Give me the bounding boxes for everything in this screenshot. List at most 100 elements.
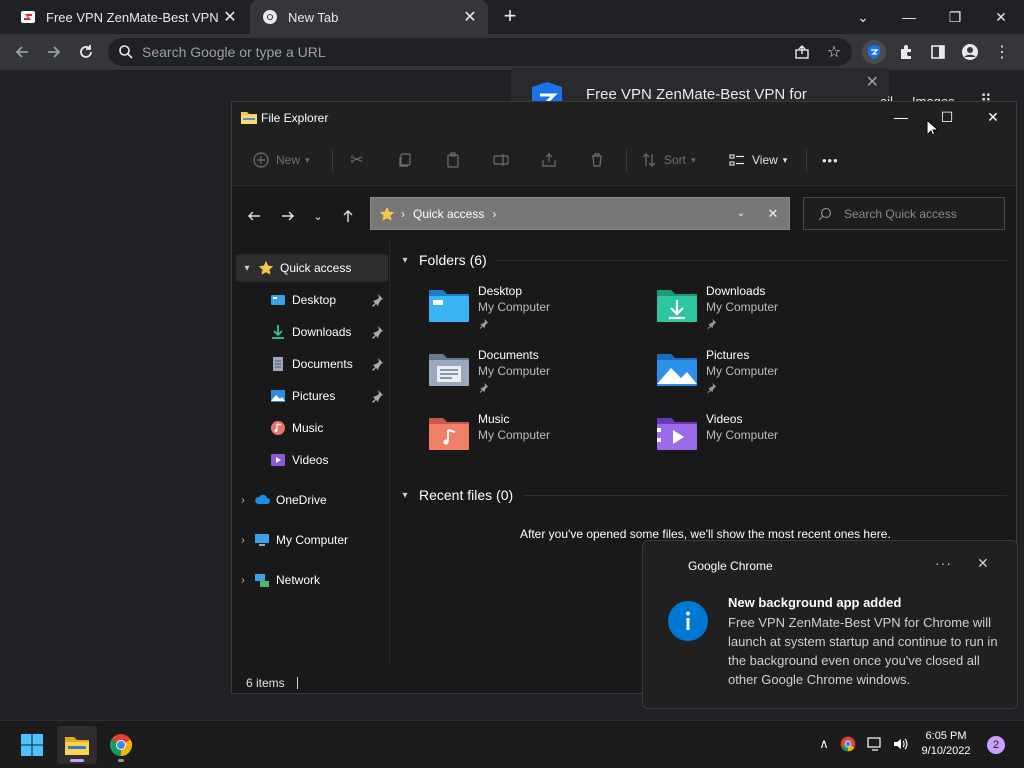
nav-item-onedrive[interactable]: › OneDrive xyxy=(232,486,388,514)
chrome-tray-icon[interactable] xyxy=(839,735,857,753)
nav-item-pictures[interactable]: Pictures xyxy=(232,382,388,410)
tab-new-tab[interactable]: New Tab ✕ xyxy=(250,0,488,34)
forward-arrow-icon[interactable] xyxy=(276,204,300,228)
nav-item-downloads[interactable]: Downloads xyxy=(232,318,388,346)
network-status-icon[interactable] xyxy=(866,735,884,753)
tab-close-icon[interactable]: ✕ xyxy=(458,7,482,27)
close-icon[interactable]: ✕ xyxy=(977,555,989,572)
back-arrow-icon[interactable] xyxy=(242,204,266,228)
breadcrumb-quick-access[interactable]: Quick access xyxy=(413,207,484,221)
folder-name: Pictures xyxy=(706,348,750,362)
forward-arrow-icon[interactable] xyxy=(42,40,66,64)
omnibox[interactable]: Search Google or type a URL xyxy=(108,38,852,66)
restore-button[interactable]: ❐ xyxy=(932,0,978,34)
side-panel-icon[interactable] xyxy=(926,40,950,64)
pin-icon[interactable] xyxy=(370,389,384,403)
recent-header-label: Recent files (0) xyxy=(419,487,514,503)
pin-icon xyxy=(706,380,717,393)
info-icon xyxy=(668,601,708,641)
close-button[interactable]: ✕ xyxy=(970,102,1016,132)
taskbar-file-explorer[interactable] xyxy=(57,726,97,764)
pin-icon[interactable] xyxy=(370,293,384,307)
chevron-right-icon[interactable]: › xyxy=(232,495,254,506)
nav-label: OneDrive xyxy=(276,493,327,507)
show-hidden-icons-chevron-icon[interactable]: ∧ xyxy=(815,735,833,753)
bookmark-star-icon[interactable]: ☆ xyxy=(822,40,846,64)
reload-icon[interactable] xyxy=(74,40,98,64)
share-icon[interactable] xyxy=(790,40,814,64)
delete-button[interactable] xyxy=(588,148,612,172)
popup-close-icon[interactable]: ✕ xyxy=(866,72,879,92)
nav-item-network[interactable]: › Network xyxy=(232,566,388,594)
chevron-down-icon[interactable]: ▾ xyxy=(236,263,258,274)
extensions-puzzle-icon[interactable] xyxy=(894,40,918,64)
nav-item-my-computer[interactable]: › My Computer xyxy=(232,526,388,554)
profile-avatar-icon[interactable] xyxy=(958,40,982,64)
more-options-icon[interactable]: ··· xyxy=(935,555,952,571)
tab-search-button[interactable]: ⌄ xyxy=(840,0,886,34)
folder-name: Downloads xyxy=(706,284,766,298)
cut-button[interactable]: ✂ xyxy=(348,148,372,172)
volume-icon[interactable] xyxy=(891,735,909,753)
nav-item-videos[interactable]: Videos xyxy=(232,446,388,474)
new-tab-button[interactable]: + xyxy=(498,4,522,28)
breadcrumb-separator-icon[interactable]: › xyxy=(492,207,731,221)
tab-zenmate[interactable]: Free VPN ZenMate-Best VPN for ✕ xyxy=(8,0,248,34)
videos-folder-icon xyxy=(655,414,699,452)
downloads-icon xyxy=(270,324,286,340)
copy-button[interactable] xyxy=(396,148,420,172)
documents-icon xyxy=(270,356,286,372)
up-arrow-icon[interactable] xyxy=(336,204,360,228)
taskbar-chrome[interactable] xyxy=(101,726,141,764)
view-button[interactable]: View ▾ xyxy=(728,148,787,172)
folder-location: My Computer xyxy=(478,364,551,378)
pin-icon[interactable] xyxy=(370,357,384,371)
chrome-menu-icon[interactable]: ⋮ xyxy=(990,40,1014,64)
chevron-right-icon[interactable]: › xyxy=(232,535,254,546)
notification-count-badge[interactable]: 2 xyxy=(987,736,1005,754)
more-options-button[interactable]: ••• xyxy=(822,148,839,172)
recent-locations-chevron-icon[interactable]: ⌄ xyxy=(306,204,330,228)
nav-item-music[interactable]: Music xyxy=(232,414,388,442)
system-clock[interactable]: 6:05 PM 9/10/2022 xyxy=(914,729,978,759)
rename-button[interactable] xyxy=(492,148,516,172)
close-window-button[interactable]: ✕ xyxy=(978,0,1024,34)
nav-label: Network xyxy=(276,573,321,587)
divider xyxy=(496,259,1007,261)
folders-section-header[interactable]: ▾ Folders (6) xyxy=(397,248,1007,272)
divider xyxy=(296,677,298,689)
address-dropdown-icon[interactable]: ⌄ xyxy=(731,208,751,219)
share-button[interactable] xyxy=(540,148,564,172)
paste-button[interactable] xyxy=(444,148,468,172)
new-button[interactable]: New ▾ xyxy=(252,148,310,172)
sort-button[interactable]: Sort ▾ xyxy=(640,148,696,172)
minimize-button[interactable]: — xyxy=(878,102,924,132)
nav-item-documents[interactable]: Documents xyxy=(232,350,388,378)
address-bar[interactable]: › Quick access › ⌄ ✕ xyxy=(370,197,790,230)
folder-item-downloads[interactable]: Downloads My Computer xyxy=(655,282,855,338)
back-arrow-icon[interactable] xyxy=(10,40,34,64)
start-button[interactable] xyxy=(12,726,52,764)
chevron-right-icon[interactable]: › xyxy=(232,575,254,586)
folder-name: Music xyxy=(478,412,510,426)
zenmate-extension-icon[interactable] xyxy=(862,40,886,64)
minimize-button[interactable]: — xyxy=(886,0,932,34)
search-input[interactable]: Search Quick access xyxy=(803,197,1005,230)
explorer-titlebar[interactable]: File Explorer — ☐ ✕ xyxy=(232,102,1016,139)
folder-item-documents[interactable]: Documents My Computer xyxy=(427,346,627,402)
folder-item-desktop[interactable]: Desktop My Computer xyxy=(427,282,627,338)
folder-name: Documents xyxy=(478,348,539,362)
clear-address-icon[interactable]: ✕ xyxy=(763,206,783,222)
tab-close-icon[interactable]: ✕ xyxy=(218,7,242,27)
folders-header-label: Folders (6) xyxy=(419,252,487,268)
folder-location: My Computer xyxy=(706,428,779,442)
chrome-icon xyxy=(110,734,132,756)
pin-icon[interactable] xyxy=(370,325,384,339)
folder-item-videos[interactable]: Videos My Computer xyxy=(655,410,855,466)
nav-item-quick-access[interactable]: ▾ Quick access xyxy=(236,254,388,282)
chrome-notification-toast[interactable]: Google Chrome ··· ✕ New background app a… xyxy=(642,540,1018,709)
nav-item-desktop[interactable]: Desktop xyxy=(232,286,388,314)
recent-files-section-header[interactable]: ▾ Recent files (0) xyxy=(397,483,1007,507)
folder-item-pictures[interactable]: Pictures My Computer xyxy=(655,346,855,402)
folder-item-music[interactable]: Music My Computer xyxy=(427,410,627,466)
